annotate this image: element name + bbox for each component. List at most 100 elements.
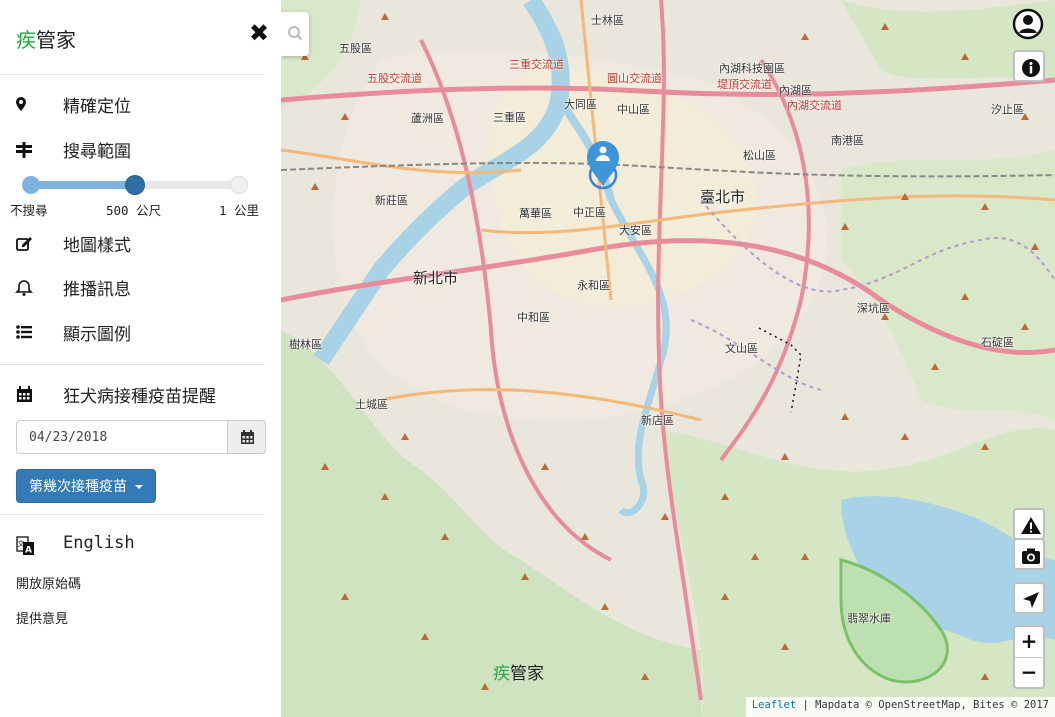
vaccine-dose-dropdown[interactable]: 第幾次接種疫苗 (16, 469, 156, 503)
menu-item-label: 精確定位 (63, 97, 131, 117)
svg-text:文: 文 (18, 539, 25, 548)
camera-button[interactable] (1013, 538, 1045, 570)
slider-handle[interactable] (126, 176, 144, 194)
map-canvas[interactable]: 士林區 內湖科技園區 內湖區 中山區 松山區 臺北市 新北市 蘆洲區 五股區 新… (281, 0, 1055, 717)
zoom-out-button[interactable]: − (1015, 657, 1043, 687)
label-songshan: 松山區 (743, 149, 776, 162)
date-picker (16, 420, 266, 454)
label-luzhou: 蘆洲區 (411, 112, 444, 125)
divider (0, 364, 265, 365)
camera-icon (1022, 548, 1040, 564)
leaflet-link[interactable]: Leaflet (752, 699, 796, 711)
map-attribution: Leaflet | Mapdata © OpenStreetMap, Bites… (745, 697, 1055, 717)
attribution-text: | Mapdata © OpenStreetMap, Bites © 2017 (796, 699, 1049, 711)
divider (0, 74, 265, 75)
watermark-rest: 管家 (510, 664, 544, 684)
brand-logo: 疾管家 (16, 24, 76, 53)
zoom-in-button[interactable]: + (1015, 627, 1043, 657)
menu-item-map-style[interactable]: 地圖樣式 (0, 225, 265, 261)
location-arrow-icon (1023, 592, 1039, 608)
label-zhongshan: 中山區 (617, 103, 650, 116)
label-daan: 大安區 (619, 224, 652, 237)
info-icon (1022, 59, 1040, 77)
edit-icon (12, 231, 36, 255)
basemap-tiles (281, 0, 1055, 717)
label-zhongzheng: 中正區 (573, 206, 606, 219)
range-icon (12, 137, 36, 161)
label-sanchong-ic: 三重交流道 (509, 58, 564, 71)
vaccine-reminder-header: 狂犬病接種疫苗提醒 (0, 376, 265, 412)
slider-stop-1km[interactable] (230, 176, 248, 194)
zoom-control: + − (1013, 625, 1045, 689)
brand-rest: 管家 (36, 28, 76, 52)
divider (0, 514, 265, 515)
label-wugu-ic: 五股交流道 (367, 72, 422, 85)
label-taipei-city: 臺北市 (700, 188, 746, 206)
caret-down-icon (135, 485, 143, 489)
label-wanhua: 萬華區 (519, 207, 552, 220)
user-avatar-icon[interactable] (1012, 8, 1044, 40)
label-xindian: 新店區 (641, 414, 674, 427)
label-neihu-ic: 內湖交流道 (787, 99, 842, 112)
map-marker-icon (12, 92, 36, 116)
watermark-accent: 疾 (493, 664, 510, 684)
menu-item-label: 地圖樣式 (63, 236, 131, 256)
calendar-picker-button[interactable] (227, 420, 266, 454)
label-shilin: 士林區 (591, 14, 624, 27)
report-warning-button[interactable] (1013, 508, 1045, 540)
slider-fill (30, 181, 138, 189)
sidebar: 疾管家 ✖ 精確定位 搜尋範圍 不搜尋 500 公尺 1 公里 地圖樣式 推播訊… (0, 0, 281, 717)
label-zhonghe: 中和區 (517, 311, 550, 324)
slider-stop-none[interactable] (22, 176, 40, 194)
info-button[interactable] (1013, 50, 1045, 82)
label-yonghe: 永和區 (577, 279, 610, 292)
label-shulin: 樹林區 (289, 338, 322, 351)
label-xinzhuang: 新莊區 (375, 194, 408, 207)
label-wugu: 五股區 (339, 42, 372, 55)
slider-tick-500m: 500 公尺 (106, 203, 162, 218)
language-label: English (63, 533, 135, 553)
label-feicui: 翡翠水庫 (847, 612, 891, 625)
label-yuanshan-ic: 圓山交流道 (607, 72, 662, 85)
vaccine-reminder-label: 狂犬病接種疫苗提醒 (63, 387, 216, 407)
label-tucheng: 土城區 (355, 398, 388, 411)
label-nangang: 南港區 (831, 134, 864, 147)
menu-item-label: 搜尋範圍 (63, 142, 131, 162)
range-slider[interactable] (22, 176, 248, 194)
close-icon[interactable]: ✖ (248, 20, 270, 46)
brand-accent: 疾 (16, 28, 36, 52)
label-shiding: 石碇區 (981, 336, 1014, 349)
calendar-icon (12, 382, 36, 406)
translate-icon: A文 (16, 536, 34, 556)
label-neihu: 內湖區 (779, 84, 812, 97)
open-source-link[interactable]: 開放原始碼 (16, 573, 81, 592)
list-icon (12, 320, 36, 344)
menu-item-precise-location[interactable]: 精確定位 (0, 86, 265, 122)
slider-tick-none: 不搜尋 (10, 203, 48, 218)
bell-icon (12, 275, 36, 299)
vaccine-dose-label: 第幾次接種疫苗 (29, 479, 127, 495)
menu-item-notifications[interactable]: 推播訊息 (0, 269, 265, 305)
label-neihu-park: 內湖科技園區 (719, 62, 785, 75)
label-wenshan: 文山區 (725, 342, 758, 355)
label-new-taipei: 新北市 (413, 269, 459, 287)
map-watermark-logo: 疾管家 (493, 659, 544, 684)
warning-icon (1021, 517, 1041, 534)
calendar-icon (241, 430, 254, 444)
svg-text:A: A (25, 546, 32, 556)
menu-item-search-range[interactable]: 搜尋範圍 (0, 131, 265, 167)
feedback-link[interactable]: 提供意見 (16, 608, 68, 627)
label-dingding-ic: 堤頂交流道 (717, 78, 772, 91)
search-icon (288, 26, 303, 41)
vaccine-date-input[interactable] (16, 420, 228, 454)
label-sanchong: 三重區 (493, 111, 526, 124)
label-datong: 大同區 (564, 98, 597, 111)
language-switch[interactable]: A文 English (16, 533, 216, 557)
slider-tick-1km: 1 公里 (219, 203, 260, 218)
menu-item-legend[interactable]: 顯示圖例 (0, 314, 265, 350)
locate-me-button[interactable] (1013, 582, 1045, 614)
menu-item-label: 推播訊息 (63, 280, 131, 300)
search-toggle[interactable] (281, 12, 309, 56)
label-shenkeng: 深坑區 (857, 302, 890, 315)
menu-item-label: 顯示圖例 (63, 325, 131, 345)
